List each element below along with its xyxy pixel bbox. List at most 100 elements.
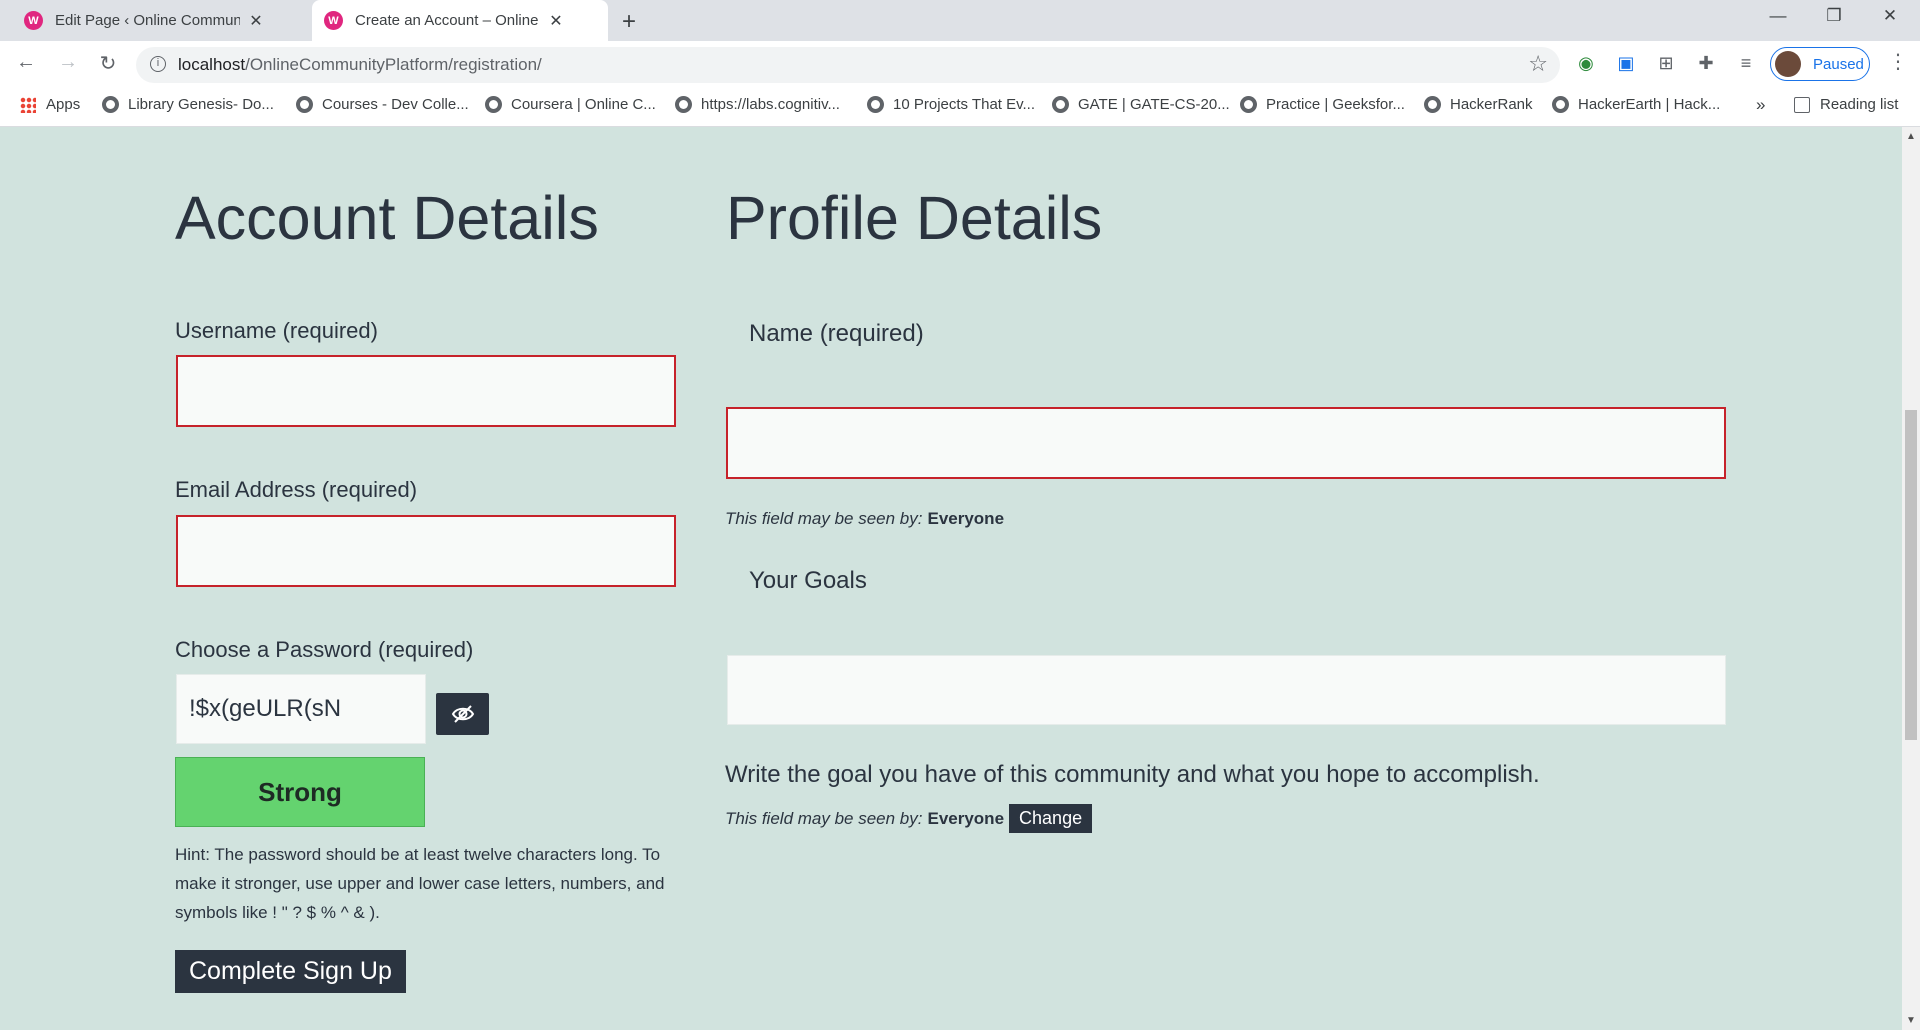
avatar (1775, 51, 1801, 77)
star-icon[interactable]: ☆ (1528, 51, 1548, 77)
globe-icon (1240, 96, 1257, 113)
new-tab-icon[interactable]: + (622, 8, 636, 36)
bookmarks-overflow-icon[interactable]: » (1756, 95, 1765, 115)
close-window-icon[interactable]: ✕ (1870, 6, 1910, 26)
info-icon[interactable]: i (150, 56, 166, 72)
toggle-password-visibility-button[interactable] (436, 693, 489, 735)
bookmarks-bar: Apps Library Genesis- Do... Courses - De… (0, 87, 1920, 127)
password-strength-indicator: Strong (175, 757, 425, 827)
password-label: Choose a Password (required) (175, 637, 474, 662)
scroll-up-arrow-icon[interactable]: ▲ (1906, 131, 1916, 142)
tab-create-account[interactable]: W Create an Account – Online Community P… (312, 0, 608, 41)
back-icon[interactable]: ← (12, 51, 40, 74)
complete-sign-up-button[interactable]: Complete Sign Up (175, 950, 406, 993)
account-details-heading: Account Details (175, 184, 599, 252)
bookmark-item[interactable]: https://labs.cognitiv... (675, 96, 840, 113)
reading-list-label: Reading list (1820, 96, 1899, 113)
tab-edit-page[interactable]: W Edit Page ‹ Online Community Platform … (24, 0, 304, 41)
url-host: localhost (178, 55, 246, 74)
username-input[interactable] (178, 357, 674, 425)
globe-icon (1424, 96, 1441, 113)
bookmark-label: Courses - Dev Colle... (322, 96, 469, 113)
goals-label: Your Goals (749, 567, 867, 594)
email-input[interactable] (178, 517, 674, 585)
bookmark-label: GATE | GATE-CS-20... (1078, 96, 1230, 113)
wordpress-icon: W (324, 11, 343, 30)
bookmark-label: HackerRank (1450, 96, 1533, 113)
extension-screen-icon[interactable]: ▣ (1614, 51, 1638, 75)
bookmark-item[interactable]: Library Genesis- Do... (102, 96, 274, 113)
tab-strip: W Edit Page ‹ Online Community Platform … (0, 0, 1920, 41)
tab-title: Edit Page ‹ Online Community Platform (55, 12, 240, 29)
url-text[interactable]: localhost/OnlineCommunityPlatform/regist… (178, 55, 542, 75)
page-scrollbar[interactable]: ▲ ▼ (1902, 127, 1920, 1030)
email-label: Email Address (required) (175, 477, 418, 502)
forward-icon[interactable]: → (54, 51, 82, 74)
close-icon[interactable]: ✕ (546, 11, 566, 31)
bookmark-label: 10 Projects That Ev... (893, 96, 1036, 113)
change-visibility-button[interactable]: Change (1009, 804, 1093, 833)
goals-visibility-note: This field may be seen by: Everyone Chan… (725, 804, 1093, 833)
globe-icon (296, 96, 313, 113)
visibility-value: Everyone (927, 808, 1005, 828)
visibility-value: Everyone (927, 509, 1005, 528)
url-path: /OnlineCommunityPlatform/registration/ (245, 55, 542, 74)
wordpress-icon: W (24, 11, 43, 30)
bookmark-label: https://labs.cognitiv... (701, 96, 840, 113)
bookmark-item[interactable]: HackerEarth | Hack... (1552, 96, 1720, 113)
apps-grid-icon (20, 96, 36, 113)
bookmark-apps[interactable]: Apps (20, 96, 80, 113)
visibility-prefix: This field may be seen by: (725, 509, 923, 528)
bookmark-label: Library Genesis- Do... (128, 96, 274, 113)
globe-icon (675, 96, 692, 113)
scroll-down-arrow-icon[interactable]: ▼ (1906, 1015, 1916, 1026)
extension-globe-icon[interactable]: ◉ (1574, 51, 1598, 75)
password-hint: Hint: The password should be at least tw… (175, 845, 665, 922)
restore-icon[interactable]: ❐ (1814, 6, 1854, 26)
reading-list-icon (1794, 96, 1810, 113)
profile-status: Paused (1813, 56, 1864, 73)
bookmark-item[interactable]: Courses - Dev Colle... (296, 96, 469, 113)
bookmark-label: HackerEarth | Hack... (1578, 96, 1721, 113)
password-input[interactable] (177, 675, 425, 743)
goals-description: Write the goal you have of this communit… (725, 761, 1540, 788)
minimize-icon[interactable]: — (1758, 6, 1798, 26)
username-field-wrapper (176, 355, 676, 427)
address-bar[interactable]: i localhost/OnlineCommunityPlatform/regi… (136, 47, 1560, 83)
browser-toolbar: ← → ↻ i localhost/OnlineCommunityPlatfor… (0, 41, 1920, 87)
bookmark-item[interactable]: 10 Projects That Ev... (867, 96, 1035, 113)
reading-list-button[interactable]: Reading list (1794, 96, 1898, 113)
media-queue-icon[interactable]: ≡ (1734, 51, 1758, 75)
name-input[interactable] (728, 409, 1724, 477)
eye-slash-icon (451, 705, 474, 723)
more-menu-icon[interactable]: ⋮ (1888, 49, 1908, 74)
bookmark-item[interactable]: HackerRank (1424, 96, 1533, 113)
visibility-prefix: This field may be seen by: (725, 808, 923, 828)
goals-input[interactable] (728, 656, 1725, 724)
bookmark-item[interactable]: GATE | GATE-CS-20... (1052, 96, 1230, 113)
bookmark-item[interactable]: Practice | Geeksfor... (1240, 96, 1405, 113)
extension-grid-icon[interactable]: ⊞ (1654, 51, 1678, 75)
globe-icon (867, 96, 884, 113)
close-icon[interactable]: ✕ (246, 11, 266, 31)
goals-field-wrapper (727, 655, 1726, 725)
password-field-wrapper (176, 674, 426, 744)
bookmark-label: Coursera | Online C... (511, 96, 656, 113)
browser-chrome: W Edit Page ‹ Online Community Platform … (0, 0, 1920, 127)
email-field-wrapper (176, 515, 676, 587)
bookmark-label: Apps (46, 96, 81, 113)
globe-icon (102, 96, 119, 113)
name-field-wrapper (726, 407, 1726, 479)
reload-icon[interactable]: ↻ (94, 51, 122, 76)
name-visibility-note: This field may be seen by: Everyone (725, 509, 1004, 529)
globe-icon (1552, 96, 1569, 113)
profile-details-heading: Profile Details (726, 184, 1103, 252)
bookmark-item[interactable]: Coursera | Online C... (485, 96, 656, 113)
puzzle-icon[interactable]: ✚ (1694, 51, 1718, 75)
registration-page: Account Details Profile Details Username… (0, 127, 1902, 1030)
globe-icon (485, 96, 502, 113)
tab-title: Create an Account – Online Community Pla… (355, 12, 540, 29)
profile-button[interactable]: Paused (1770, 47, 1870, 81)
scrollbar-thumb[interactable] (1905, 410, 1917, 740)
globe-icon (1052, 96, 1069, 113)
